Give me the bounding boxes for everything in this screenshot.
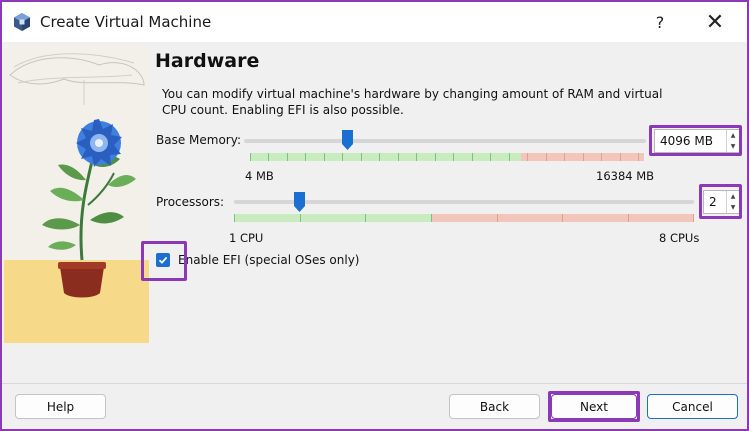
base-memory-min-label: 4 MB xyxy=(245,169,274,183)
chevron-up-icon[interactable]: ▲ xyxy=(727,191,739,202)
checkmark-icon xyxy=(158,256,168,264)
help-button[interactable]: Help xyxy=(15,394,106,419)
chevron-up-icon[interactable]: ▲ xyxy=(727,130,739,141)
enable-efi-checkbox[interactable] xyxy=(156,253,170,267)
processors-max-label: 8 CPUs xyxy=(659,231,700,245)
base-memory-spinbox[interactable]: 4096 MB ▲ ▼ xyxy=(654,129,740,153)
cancel-button[interactable]: Cancel xyxy=(647,394,738,419)
base-memory-value[interactable]: 4096 MB xyxy=(655,134,726,148)
page-description: You can modify virtual machine's hardwar… xyxy=(162,87,663,117)
processors-spinbox[interactable]: 2 ▲ ▼ xyxy=(703,190,740,214)
dialog-window: Create Virtual Machine ? ✕ Hardware You … xyxy=(0,0,749,431)
help-icon[interactable]: ? xyxy=(642,8,678,36)
base-memory-slider[interactable] xyxy=(244,139,646,143)
close-icon[interactable]: ✕ xyxy=(697,8,733,36)
plant-illustration xyxy=(4,45,149,343)
title-bar: Create Virtual Machine ? ✕ xyxy=(2,2,747,42)
base-memory-slider-handle[interactable] xyxy=(342,130,353,150)
processors-stepper[interactable]: ▲ ▼ xyxy=(726,191,739,213)
processors-slider-handle[interactable] xyxy=(294,192,305,212)
window-title: Create Virtual Machine xyxy=(40,13,212,31)
footer-divider xyxy=(2,383,747,384)
processors-min-label: 1 CPU xyxy=(229,231,264,245)
base-memory-range-bar xyxy=(250,153,644,161)
next-button[interactable]: Next xyxy=(551,394,637,419)
virtualbox-icon xyxy=(14,13,30,31)
base-memory-max-label: 16384 MB xyxy=(596,169,655,183)
enable-efi-label[interactable]: Enable EFI (special OSes only) xyxy=(178,253,359,267)
base-memory-stepper[interactable]: ▲ ▼ xyxy=(726,130,739,152)
chevron-down-icon[interactable]: ▼ xyxy=(727,202,739,213)
back-button[interactable]: Back xyxy=(449,394,540,419)
chevron-down-icon[interactable]: ▼ xyxy=(727,141,739,152)
processors-range-bar xyxy=(234,214,694,222)
page-heading: Hardware xyxy=(155,50,260,72)
processors-label: Processors: xyxy=(156,195,225,209)
base-memory-label: Base Memory: xyxy=(156,133,242,147)
processors-value[interactable]: 2 xyxy=(704,195,726,209)
